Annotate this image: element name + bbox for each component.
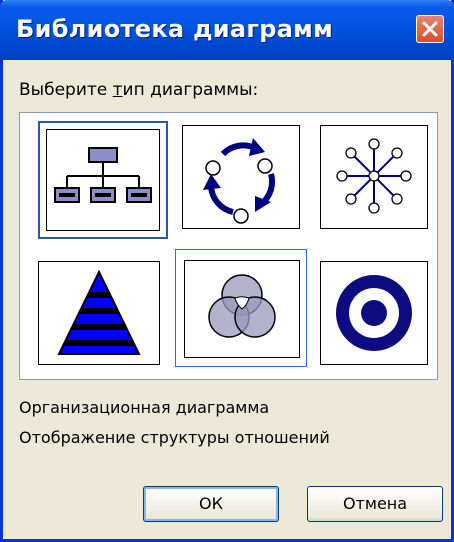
diagram-type-gallery	[19, 112, 438, 380]
diagram-type-description: Отображение структуры отношений	[19, 428, 330, 447]
diagram-gallery-dialog: Библиотека диаграмм Выберите тип диаграм…	[0, 0, 454, 542]
cancel-button[interactable]: Отмена	[307, 486, 443, 522]
cycle-diagram-icon	[203, 138, 276, 224]
org-chart-icon	[54, 147, 152, 203]
venn-diagram-icon	[208, 274, 276, 338]
title-bar[interactable]: Библиотека диаграмм	[0, 0, 454, 60]
diagram-type-pyramid[interactable]	[38, 261, 168, 367]
pyramid-diagram-icon	[57, 269, 141, 355]
diagram-type-organization-chart[interactable]	[38, 121, 168, 239]
prompt-text-after: ип диаграммы:	[122, 80, 259, 100]
diagram-type-radial[interactable]	[320, 125, 430, 233]
diagram-type-cycle[interactable]	[182, 125, 312, 233]
prompt-accelerator: т	[112, 80, 123, 100]
diagram-type-prompt: Выберите тип диаграммы:	[19, 80, 258, 100]
diagram-type-name: Организационная диаграмма	[19, 398, 270, 417]
prompt-text-before: Выберите	[19, 80, 113, 100]
diagram-type-target[interactable]	[320, 261, 430, 367]
target-diagram-icon	[336, 275, 412, 351]
close-button[interactable]	[416, 15, 444, 43]
window-title: Библиотека диаграмм	[16, 15, 334, 43]
radial-diagram-icon	[336, 138, 412, 214]
ok-button[interactable]: ОК	[143, 486, 279, 522]
close-icon	[422, 21, 438, 37]
diagram-type-venn[interactable]	[175, 249, 307, 367]
